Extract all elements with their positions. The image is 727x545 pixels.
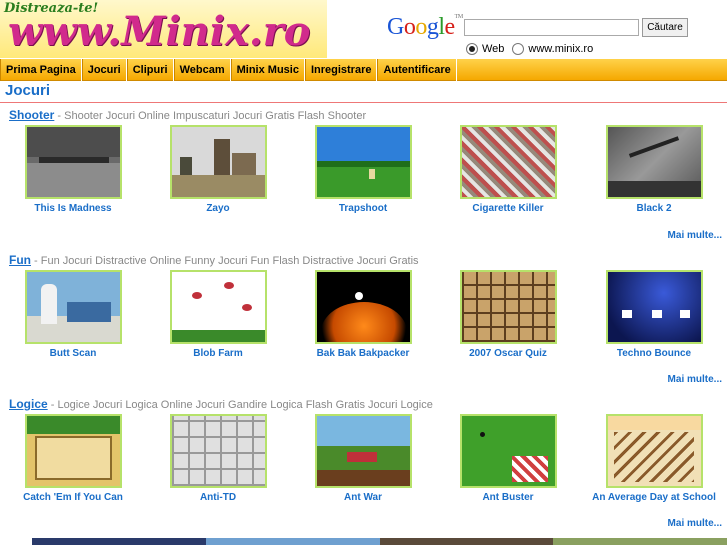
game-thumbnail[interactable]	[314, 125, 412, 199]
search-button[interactable]: Căutare	[642, 18, 688, 37]
game-item[interactable]: Trapshoot	[293, 125, 433, 214]
game-title[interactable]: Trapshoot	[293, 203, 433, 214]
search-scope: Web www.minix.ro	[466, 43, 601, 55]
more-link[interactable]: Mai multe...	[668, 374, 722, 385]
more-link[interactable]: Mai multe...	[668, 518, 722, 529]
game-item[interactable]: Blob Farm	[148, 270, 288, 359]
game-item[interactable]: Bak Bak Bakpacker	[293, 270, 433, 359]
game-item[interactable]: Cigarette Killer	[438, 125, 578, 214]
header: Distreaza-te! www.Minix.ro GoogleTM Căut…	[0, 0, 727, 60]
game-item[interactable]: Ant War	[293, 414, 433, 503]
page-title: Jocuri	[5, 82, 51, 99]
game-title[interactable]: Ant Buster	[438, 492, 578, 503]
category-link[interactable]: Fun	[9, 253, 31, 267]
nav-clipuri[interactable]: Clipuri	[126, 59, 174, 81]
game-item[interactable]: Butt Scan	[3, 270, 143, 359]
game-item[interactable]: Anti-TD	[148, 414, 288, 503]
game-thumbnail[interactable]	[605, 125, 703, 199]
game-thumbnail[interactable]	[169, 125, 267, 199]
nav-inregistrare[interactable]: Inregistrare	[304, 59, 378, 81]
strip-thumbnail[interactable]	[379, 538, 554, 545]
game-thumbnail[interactable]	[169, 414, 267, 488]
bottom-image-strip	[32, 538, 727, 545]
game-title[interactable]: Anti-TD	[148, 492, 288, 503]
game-item[interactable]: Catch 'Em If You Can	[3, 414, 143, 503]
radio-site[interactable]	[512, 43, 525, 55]
game-title[interactable]: This Is Madness	[3, 203, 143, 214]
game-title[interactable]: Catch 'Em If You Can	[3, 492, 143, 503]
game-item[interactable]: Black 2	[584, 125, 724, 214]
game-thumbnail[interactable]	[24, 270, 122, 344]
game-item[interactable]: This Is Madness	[3, 125, 143, 214]
game-thumbnail[interactable]	[314, 414, 412, 488]
radio-web[interactable]	[466, 43, 478, 55]
game-title[interactable]: Butt Scan	[3, 348, 143, 359]
game-title[interactable]: Blob Farm	[148, 348, 288, 359]
game-item[interactable]: Techno Bounce	[584, 270, 724, 359]
strip-thumbnail[interactable]	[32, 538, 206, 545]
section-header: Shooter - Shooter Jocuri Online Impuscat…	[9, 108, 366, 122]
game-thumbnail[interactable]	[605, 414, 703, 488]
section-header: Logice - Logice Jocuri Logica Online Joc…	[9, 397, 433, 411]
game-grid: Catch 'Em If You Can Anti-TD Ant War Ant…	[0, 414, 727, 504]
main-nav: Prima Pagina Jocuri Clipuri Webcam Minix…	[0, 59, 727, 81]
nav-minix-music[interactable]: Minix Music	[230, 59, 305, 81]
game-thumbnail[interactable]	[24, 125, 122, 199]
title-divider	[0, 102, 727, 103]
nav-jocuri[interactable]: Jocuri	[81, 59, 127, 81]
game-thumbnail[interactable]	[459, 125, 557, 199]
game-thumbnail[interactable]	[605, 270, 703, 344]
game-title[interactable]: An Average Day at School	[584, 492, 724, 503]
game-thumbnail[interactable]	[314, 270, 412, 344]
category-description: - Logice Jocuri Logica Online Jocuri Gan…	[47, 399, 433, 411]
more-link[interactable]: Mai multe...	[668, 230, 722, 241]
category-description: - Shooter Jocuri Online Impuscaturi Jocu…	[54, 110, 367, 122]
nav-autentificare[interactable]: Autentificare	[377, 59, 457, 81]
game-item[interactable]: Zayo	[148, 125, 288, 214]
nav-webcam[interactable]: Webcam	[173, 59, 231, 81]
category-link[interactable]: Shooter	[9, 108, 54, 122]
game-title[interactable]: Cigarette Killer	[438, 203, 578, 214]
game-title[interactable]: Black 2	[584, 203, 724, 214]
strip-thumbnail[interactable]	[553, 538, 727, 545]
strip-thumbnail[interactable]	[205, 538, 380, 545]
category-link[interactable]: Logice	[9, 397, 48, 411]
game-title[interactable]: Bak Bak Bakpacker	[293, 348, 433, 359]
category-description: - Fun Jocuri Distractive Online Funny Jo…	[31, 255, 419, 267]
logo-text: www.Minix.ro	[8, 8, 311, 55]
game-title[interactable]: Zayo	[148, 203, 288, 214]
game-thumbnail[interactable]	[459, 270, 557, 344]
nav-prima-pagina[interactable]: Prima Pagina	[0, 59, 82, 81]
google-logo: GoogleTM	[387, 14, 463, 40]
game-grid: This Is Madness Zayo Trapshoot Cigarette…	[0, 125, 727, 215]
game-title[interactable]: 2007 Oscar Quiz	[438, 348, 578, 359]
game-thumbnail[interactable]	[169, 270, 267, 344]
radio-web-label: Web	[482, 43, 505, 55]
game-item[interactable]: 2007 Oscar Quiz	[438, 270, 578, 359]
game-title[interactable]: Techno Bounce	[584, 348, 724, 359]
game-thumbnail[interactable]	[459, 414, 557, 488]
game-item[interactable]: Ant Buster	[438, 414, 578, 503]
site-logo[interactable]: Distreaza-te! www.Minix.ro	[0, 0, 327, 58]
section-header: Fun - Fun Jocuri Distractive Online Funn…	[9, 253, 419, 267]
game-title[interactable]: Ant War	[293, 492, 433, 503]
game-item[interactable]: An Average Day at School	[584, 414, 724, 503]
search-input[interactable]	[464, 19, 639, 36]
game-thumbnail[interactable]	[24, 414, 122, 488]
radio-site-label: www.minix.ro	[528, 43, 594, 55]
game-grid: Butt Scan Blob Farm Bak Bak Bakpacker 20…	[0, 270, 727, 360]
